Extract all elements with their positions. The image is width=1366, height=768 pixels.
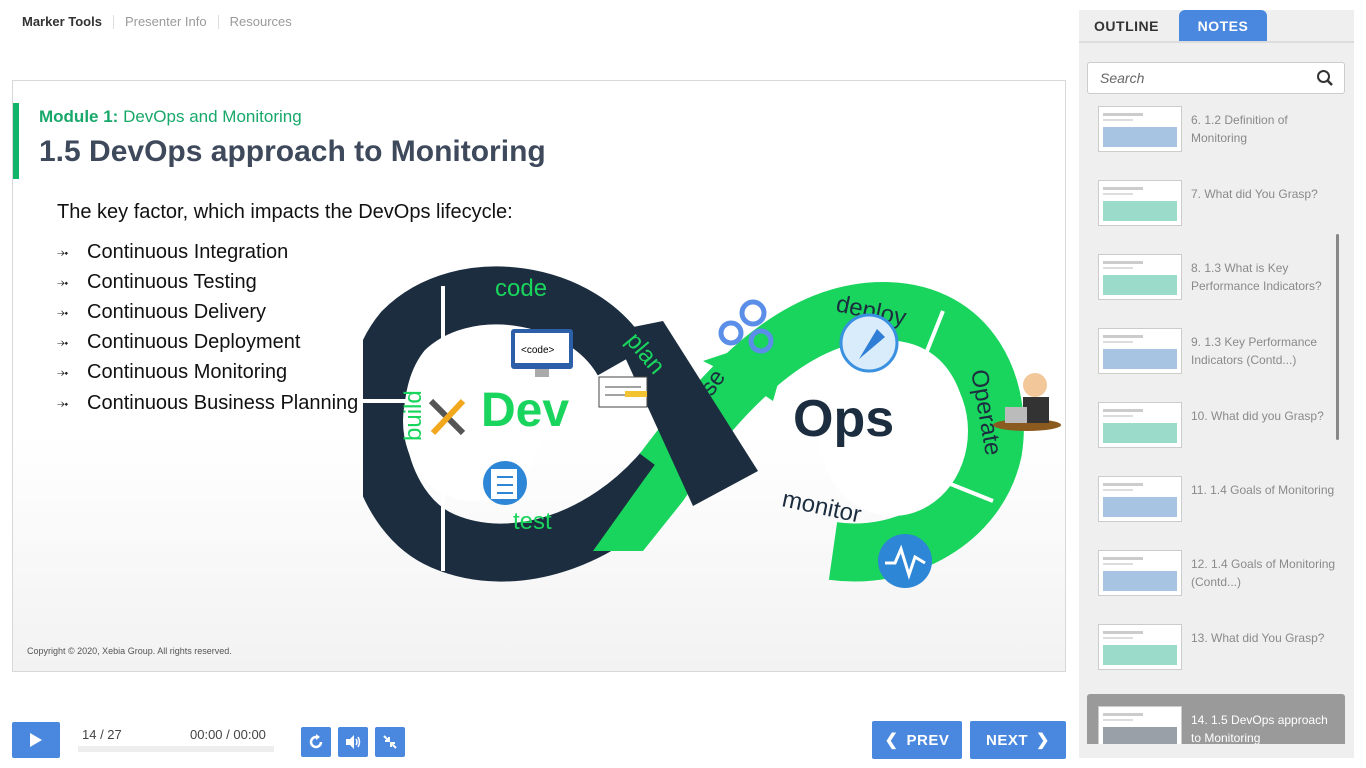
outline-item[interactable]: 6. 1.2 Definition of Monitoring bbox=[1087, 104, 1345, 168]
test-label: test bbox=[513, 508, 552, 535]
build-label: build bbox=[400, 390, 427, 441]
sidebar: OUTLINE NOTES 6. 1.2 Definition of Monit… bbox=[1079, 10, 1354, 758]
outline-item-label: 14. 1.5 DevOps approach to Monitoring bbox=[1191, 713, 1328, 744]
outline-item[interactable]: 13. What did You Grasp? bbox=[1087, 618, 1345, 686]
time-display: 00:00 / 00:00 bbox=[190, 727, 266, 742]
slide-thumbnail bbox=[1098, 254, 1182, 300]
tab-divider bbox=[1079, 41, 1354, 43]
devops-infinity-diagram: Dev Ops code plan build test release dep… bbox=[363, 266, 1061, 588]
play-button[interactable] bbox=[12, 722, 60, 758]
search-input[interactable] bbox=[1100, 70, 1300, 86]
outline-item-label: 10. What did you Grasp? bbox=[1191, 409, 1324, 423]
slide-canvas: Module 1: DevOps and Monitoring 1.5 DevO… bbox=[12, 80, 1066, 672]
module-heading: Module 1: DevOps and Monitoring bbox=[39, 107, 302, 127]
progress-bar[interactable] bbox=[78, 746, 274, 752]
tab-outline[interactable]: OUTLINE bbox=[1079, 10, 1174, 42]
play-icon bbox=[30, 733, 42, 747]
title-accent-bar bbox=[13, 103, 19, 179]
slide-thumbnail bbox=[1098, 180, 1182, 226]
outline-item[interactable]: 14. 1.5 DevOps approach to Monitoring bbox=[1087, 694, 1345, 744]
collapse-button[interactable] bbox=[375, 727, 405, 757]
checklist-icon bbox=[483, 461, 527, 505]
arrow-icon: ⤞ bbox=[57, 303, 69, 320]
arrow-icon: ⤞ bbox=[57, 243, 69, 260]
bullet-item: ⤞ Continuous Monitoring bbox=[57, 358, 358, 388]
outline-item-label: 6. 1.2 Definition of Monitoring bbox=[1191, 113, 1288, 145]
volume-button[interactable] bbox=[338, 727, 368, 757]
slide-counter: 14 / 27 bbox=[82, 727, 122, 742]
resources-link[interactable]: Resources bbox=[217, 15, 303, 29]
replay-icon bbox=[309, 734, 323, 749]
arrow-icon: ⤞ bbox=[57, 334, 69, 351]
outline-item-label: 7. What did You Grasp? bbox=[1191, 187, 1318, 201]
ops-label: Ops bbox=[793, 390, 894, 448]
module-name: DevOps and Monitoring bbox=[123, 107, 302, 126]
outline-scrollbar[interactable] bbox=[1336, 234, 1339, 440]
monitoring-pulse-icon bbox=[878, 534, 932, 588]
top-nav: Marker Tools Presenter Info Resources bbox=[12, 12, 303, 32]
arrow-icon: ⤞ bbox=[57, 364, 69, 381]
volume-icon bbox=[346, 735, 361, 749]
outline-item[interactable]: 10. What did you Grasp? bbox=[1087, 396, 1345, 464]
slide-thumbnail bbox=[1098, 106, 1182, 152]
outline-item-label: 9. 1.3 Key Performance Indicators (Contd… bbox=[1191, 335, 1318, 367]
bullet-item: ⤞ Continuous Integration bbox=[57, 237, 358, 267]
replay-button[interactable] bbox=[301, 727, 331, 757]
outline-item[interactable]: 12. 1.4 Goals of Monitoring (Contd...) bbox=[1087, 544, 1345, 612]
dev-label: Dev bbox=[481, 384, 569, 437]
bullet-text: Continuous Integration bbox=[87, 240, 289, 263]
bullet-item: ⤞ Continuous Testing bbox=[57, 267, 358, 297]
tab-notes[interactable]: NOTES bbox=[1179, 10, 1267, 42]
sidebar-tabs: OUTLINE NOTES bbox=[1079, 10, 1354, 43]
bullet-item: ⤞ Continuous Business Planning bbox=[57, 388, 358, 418]
slide-thumbnail bbox=[1098, 550, 1182, 596]
next-button[interactable]: NEXT ❯ bbox=[970, 721, 1066, 759]
search-box bbox=[1087, 62, 1345, 94]
copyright-text: Copyright © 2020, Xebia Group. All right… bbox=[27, 646, 232, 656]
outline-item-label: 13. What did You Grasp? bbox=[1191, 631, 1325, 645]
prev-label: PREV bbox=[906, 731, 950, 749]
bullet-text: Continuous Business Planning bbox=[87, 391, 359, 414]
code-label: code bbox=[495, 275, 547, 302]
code-tag: <code> bbox=[521, 345, 555, 356]
slide-thumbnail bbox=[1098, 476, 1182, 522]
chevron-left-icon: ❮ bbox=[884, 732, 899, 749]
slide-title: 1.5 DevOps approach to Monitoring bbox=[39, 135, 546, 168]
module-prefix: Module 1: bbox=[39, 107, 119, 126]
outline-item-label: 12. 1.4 Goals of Monitoring (Contd...) bbox=[1191, 557, 1336, 589]
collapse-icon bbox=[383, 735, 397, 749]
arrow-icon: ⤞ bbox=[57, 394, 69, 411]
search-icon[interactable] bbox=[1316, 69, 1334, 87]
slide-intro: The key factor, which impacts the DevOps… bbox=[57, 201, 513, 223]
marker-tools-link[interactable]: Marker Tools bbox=[12, 15, 113, 29]
outline-item-label: 11. 1.4 Goals of Monitoring bbox=[1191, 483, 1335, 497]
next-label: NEXT bbox=[986, 731, 1029, 749]
presenter-info-link[interactable]: Presenter Info bbox=[112, 15, 218, 29]
slide-thumbnail bbox=[1098, 328, 1182, 374]
slide-thumbnail bbox=[1098, 402, 1182, 448]
rocket-icon bbox=[839, 313, 899, 373]
bullet-text: Continuous Testing bbox=[87, 270, 257, 293]
bullet-list: ⤞ Continuous Integration ⤞ Continuous Test… bbox=[57, 237, 358, 418]
slide-thumbnail bbox=[1098, 624, 1182, 670]
arrow-icon: ⤞ bbox=[57, 273, 69, 290]
slide-thumbnail bbox=[1098, 706, 1182, 744]
outline-item[interactable]: 11. 1.4 Goals of Monitoring bbox=[1087, 470, 1345, 538]
bullet-item: ⤞ Continuous Delivery bbox=[57, 297, 358, 327]
outline-item[interactable]: 8. 1.3 What is Key Performance Indicator… bbox=[1087, 248, 1345, 316]
outline-list: 6. 1.2 Definition of Monitoring 7. What d… bbox=[1087, 104, 1345, 744]
prev-button[interactable]: ❮ PREV bbox=[872, 721, 962, 759]
bullet-item: ⤞ Continuous Deployment bbox=[57, 328, 358, 358]
outline-item[interactable]: 7. What did You Grasp? bbox=[1087, 174, 1345, 242]
bullet-text: Continuous Monitoring bbox=[87, 361, 288, 384]
outline-item-label: 8. 1.3 What is Key Performance Indicator… bbox=[1191, 261, 1322, 293]
bullet-text: Continuous Deployment bbox=[87, 331, 301, 354]
plan-document-icon bbox=[598, 376, 648, 408]
chevron-right-icon: ❯ bbox=[1036, 732, 1050, 749]
outline-item[interactable]: 9. 1.3 Key Performance Indicators (Contd… bbox=[1087, 322, 1345, 390]
bullet-text: Continuous Delivery bbox=[87, 300, 266, 323]
